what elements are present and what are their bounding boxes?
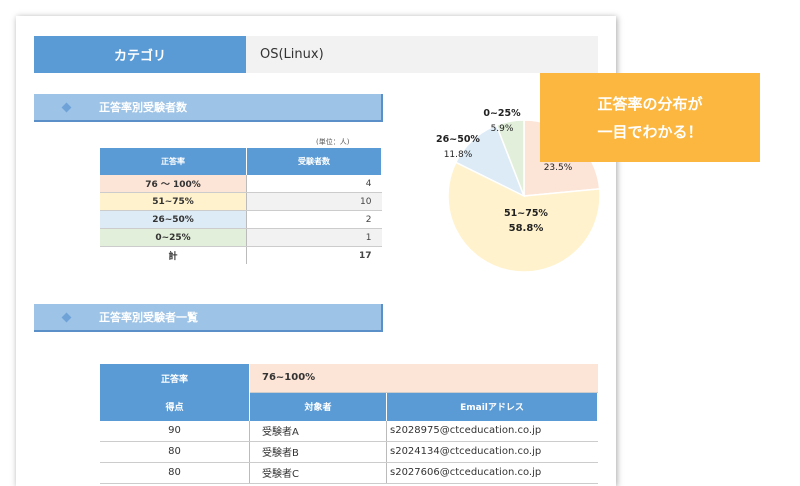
- score-cell: 80: [100, 441, 250, 463]
- table-row: 90 受験者A s2028975@ctceducation.co.jp: [100, 420, 598, 442]
- category-value: OS(Linux): [246, 36, 598, 73]
- slice-percent-label: 5.9%: [491, 124, 514, 134]
- count-value: 1: [246, 228, 382, 247]
- diamond-icon: [61, 102, 72, 112]
- score-cell: 80: [100, 462, 250, 484]
- slice-percent-label: 23.5%: [544, 163, 573, 173]
- rate-label: 26~50%: [100, 210, 247, 229]
- band-value: 76~100%: [249, 364, 598, 393]
- header-row: 得点 対象者 Emailアドレス: [100, 392, 598, 421]
- table-row: 0~25% 1: [100, 228, 382, 247]
- total-row: 計 17: [100, 246, 382, 264]
- unit-note: (単位：人): [316, 138, 350, 146]
- rate-label: 76 ～ 100%: [100, 175, 247, 193]
- count-value: 10: [246, 192, 382, 211]
- category-label: カテゴリ: [34, 36, 246, 73]
- slice-label: 0~25%: [483, 108, 521, 119]
- email-cell: s2024134@ctceducation.co.jp: [386, 441, 598, 463]
- count-value: 2: [246, 210, 382, 229]
- band-row: 正答率 76~100%: [100, 364, 598, 393]
- header-score: 得点: [100, 392, 250, 421]
- section-title: 正答率別受験者数: [99, 101, 187, 114]
- name-cell: 受験者C: [249, 462, 387, 484]
- table-row: 80 受験者B s2024134@ctceducation.co.jp: [100, 441, 598, 463]
- section-header-list: 正答率別受験者一覧: [34, 304, 383, 332]
- slice-label: 51~75%: [504, 208, 548, 219]
- email-cell: s2028975@ctceducation.co.jp: [386, 420, 598, 442]
- slice-label: 26~50%: [436, 134, 480, 145]
- header-email: Emailアドレス: [386, 392, 598, 421]
- rate-label: 0~25%: [100, 228, 247, 247]
- callout-line-1: 正答率の分布が: [597, 94, 703, 113]
- table-row: 80 受験者C s2027606@ctceducation.co.jp: [100, 462, 598, 484]
- email-cell: s2027606@ctceducation.co.jp: [386, 462, 598, 484]
- list-table: 正答率 76~100% 得点 対象者 Emailアドレス 90 受験者A s20…: [100, 364, 598, 484]
- rate-label: 51~75%: [100, 192, 247, 211]
- total-value: 17: [358, 250, 372, 261]
- name-cell: 受験者B: [249, 441, 387, 463]
- count-value: 4: [246, 175, 382, 193]
- header-name: 対象者: [249, 392, 387, 421]
- category-row: カテゴリ OS(Linux): [34, 36, 598, 73]
- count-table: 正答率 受験者数 76 ～ 100% 4 51~75% 10 26~50% 2 …: [100, 148, 382, 264]
- header-count: 受験者数: [246, 148, 382, 175]
- diamond-icon: [61, 312, 72, 322]
- slice-percent-label: 11.8%: [444, 150, 473, 160]
- score-cell: 90: [100, 420, 250, 442]
- table-row: 76 ～ 100% 4: [100, 175, 382, 193]
- callout-box: 正答率の分布が 一目でわかる！: [540, 73, 760, 162]
- callout-line-2: 一目でわかる！: [597, 122, 703, 141]
- table-row: 26~50% 2: [100, 210, 382, 229]
- total-label: 計: [100, 246, 247, 264]
- name-cell: 受験者A: [249, 420, 387, 442]
- section-title: 正答率別受験者一覧: [99, 311, 198, 324]
- table-row: 51~75% 10: [100, 192, 382, 211]
- band-label: 正答率: [100, 364, 250, 392]
- slice-percent-label: 58.8%: [509, 223, 544, 234]
- section-header-counts: 正答率別受験者数: [34, 94, 383, 122]
- header-rate: 正答率: [100, 148, 247, 175]
